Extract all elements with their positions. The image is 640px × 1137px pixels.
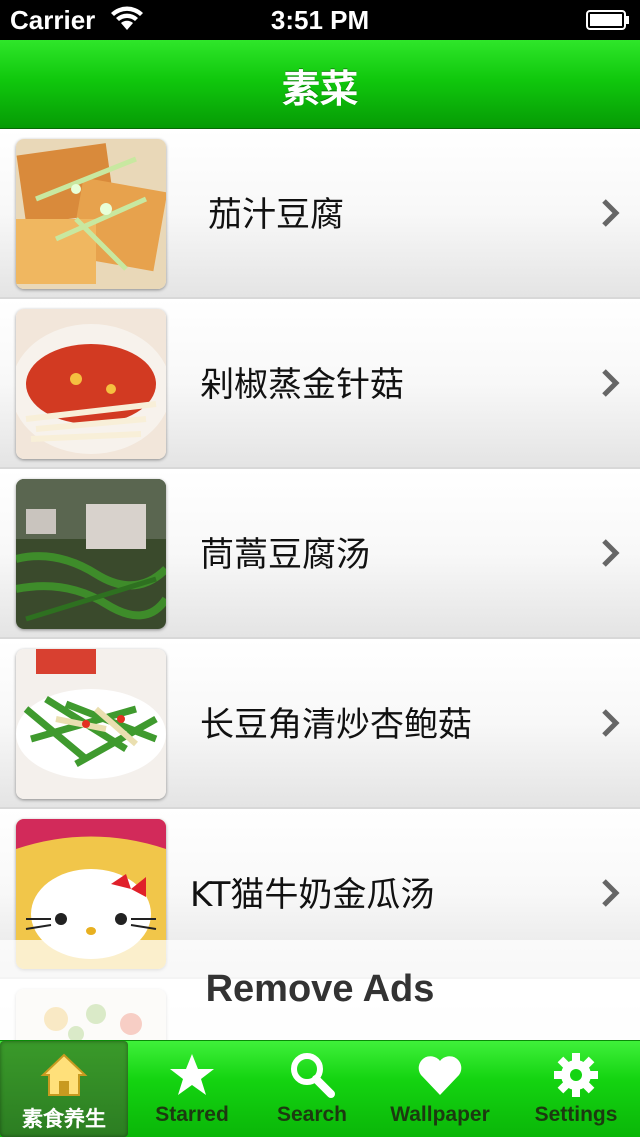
chevron-right-icon xyxy=(602,369,620,397)
tab-search[interactable]: Search xyxy=(248,1041,376,1137)
status-bar: Carrier 3:51 PM xyxy=(0,0,640,40)
list-item[interactable]: 茼蒿豆腐汤 xyxy=(0,469,640,639)
chevron-right-icon xyxy=(602,199,620,227)
battery-icon xyxy=(586,10,629,30)
tab-wallpaper[interactable]: Wallpaper xyxy=(376,1041,504,1137)
chevron-right-icon xyxy=(602,539,620,567)
recipe-title: 剁椒蒸金针菇 xyxy=(200,365,404,405)
list-item[interactable]: 茄汁豆腐 xyxy=(0,129,640,299)
recipe-title: KT猫牛奶金瓜汤 xyxy=(190,875,435,915)
tab-settings[interactable]: Settings xyxy=(512,1041,640,1137)
remove-ads-label: Remove Ads xyxy=(205,968,435,1010)
page-title: 素菜 xyxy=(281,67,358,111)
star-icon xyxy=(170,1054,214,1095)
recipe-thumbnail xyxy=(16,479,166,629)
heart-icon xyxy=(418,1056,462,1095)
navigation-bar: 素菜 xyxy=(0,40,640,129)
tab-label: Starred xyxy=(155,1103,229,1126)
list-item[interactable]: 长豆角清炒杏鲍菇 xyxy=(0,639,640,809)
search-icon xyxy=(291,1053,335,1098)
recipe-thumbnail xyxy=(16,309,166,459)
tab-bar: 素食养生 Starred Search Wallpaper Settings xyxy=(0,1040,640,1137)
clock: 3:51 PM xyxy=(270,5,370,35)
recipe-list: 茄汁豆腐 剁椒蒸金针菇 茼蒿豆腐汤 长豆角清炒杏鲍菇 KT猫牛奶金瓜汤 xyxy=(0,129,640,1041)
recipe-title: 长豆角清炒杏鲍菇 xyxy=(200,705,472,745)
recipe-thumbnail xyxy=(16,649,166,799)
tab-label: Settings xyxy=(534,1103,618,1126)
home-icon xyxy=(40,1053,88,1096)
recipe-thumbnail xyxy=(16,139,166,289)
recipe-title: 茄汁豆腐 xyxy=(208,195,344,235)
recipe-title: 茼蒿豆腐汤 xyxy=(200,535,370,575)
tab-label: Wallpaper xyxy=(390,1103,490,1126)
tab-label: 素食养生 xyxy=(22,1108,106,1131)
list-item[interactable]: 剁椒蒸金针菇 xyxy=(0,299,640,469)
tab-starred[interactable]: Starred xyxy=(128,1041,256,1137)
tab-label: Search xyxy=(276,1103,348,1126)
chevron-right-icon xyxy=(602,709,620,737)
tab-home[interactable]: 素食养生 xyxy=(0,1041,128,1137)
gear-icon xyxy=(554,1053,598,1097)
remove-ads-banner[interactable]: Remove Ads xyxy=(0,940,640,1040)
chevron-right-icon xyxy=(602,879,620,907)
